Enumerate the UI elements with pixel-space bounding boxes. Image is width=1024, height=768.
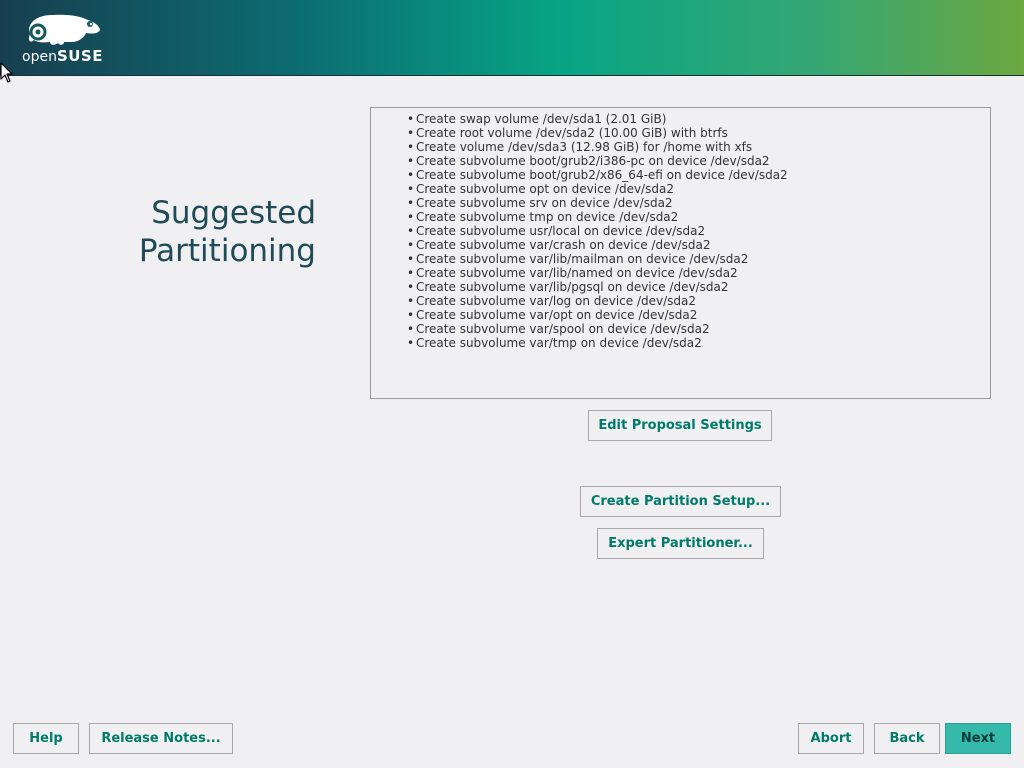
proposal-item: Create subvolume var/lib/named on device… [407,266,990,280]
header-banner: openSUSE [0,0,1024,76]
proposal-item: Create swap volume /dev/sda1 (2.01 GiB) [407,112,990,126]
proposal-item: Create subvolume boot/grub2/i386-pc on d… [407,154,990,168]
proposal-item: Create subvolume var/tmp on device /dev/… [407,336,990,350]
create-partition-setup-button[interactable]: Create Partition Setup... [580,486,781,517]
mouse-cursor-icon [0,62,13,83]
chameleon-icon [28,14,100,45]
proposal-summary[interactable]: Create swap volume /dev/sda1 (2.01 GiB)C… [370,107,991,399]
page-title: Suggested Partitioning [100,194,316,270]
logo-text-open: open [22,49,57,65]
proposal-item: Create subvolume boot/grub2/x86_64-efi o… [407,168,990,182]
page-title-line2: Partitioning [138,233,316,269]
release-notes-button[interactable]: Release Notes... [89,723,233,754]
proposal-item: Create subvolume usr/local on device /de… [407,224,990,238]
proposal-item: Create subvolume var/spool on device /de… [407,322,990,336]
proposal-item: Create subvolume opt on device /dev/sda2 [407,182,990,196]
back-button[interactable]: Back [874,723,940,754]
proposal-item: Create subvolume var/crash on device /de… [407,238,990,252]
page-title-line1: Suggested [151,195,316,231]
proposal-item: Create subvolume var/log on device /dev/… [407,294,990,308]
proposal-item: Create root volume /dev/sda2 (10.00 GiB)… [407,126,990,140]
expert-partitioner-button[interactable]: Expert Partitioner... [597,528,764,559]
proposal-list: Create swap volume /dev/sda1 (2.01 GiB)C… [371,108,990,350]
proposal-item: Create subvolume tmp on device /dev/sda2 [407,210,990,224]
opensuse-logo: openSUSE [22,12,112,67]
edit-proposal-settings-button[interactable]: Edit Proposal Settings [588,410,772,441]
proposal-item: Create subvolume var/lib/mailman on devi… [407,252,990,266]
next-button[interactable]: Next [945,723,1011,754]
help-button[interactable]: Help [13,723,79,754]
logo-text-suse: SUSE [56,47,103,65]
logo-wordmark: openSUSE [22,47,103,65]
proposal-item: Create subvolume var/lib/pgsql on device… [407,280,990,294]
proposal-item: Create subvolume srv on device /dev/sda2 [407,196,990,210]
proposal-item: Create subvolume var/opt on device /dev/… [407,308,990,322]
proposal-item: Create volume /dev/sda3 (12.98 GiB) for … [407,140,990,154]
abort-button[interactable]: Abort [798,723,864,754]
